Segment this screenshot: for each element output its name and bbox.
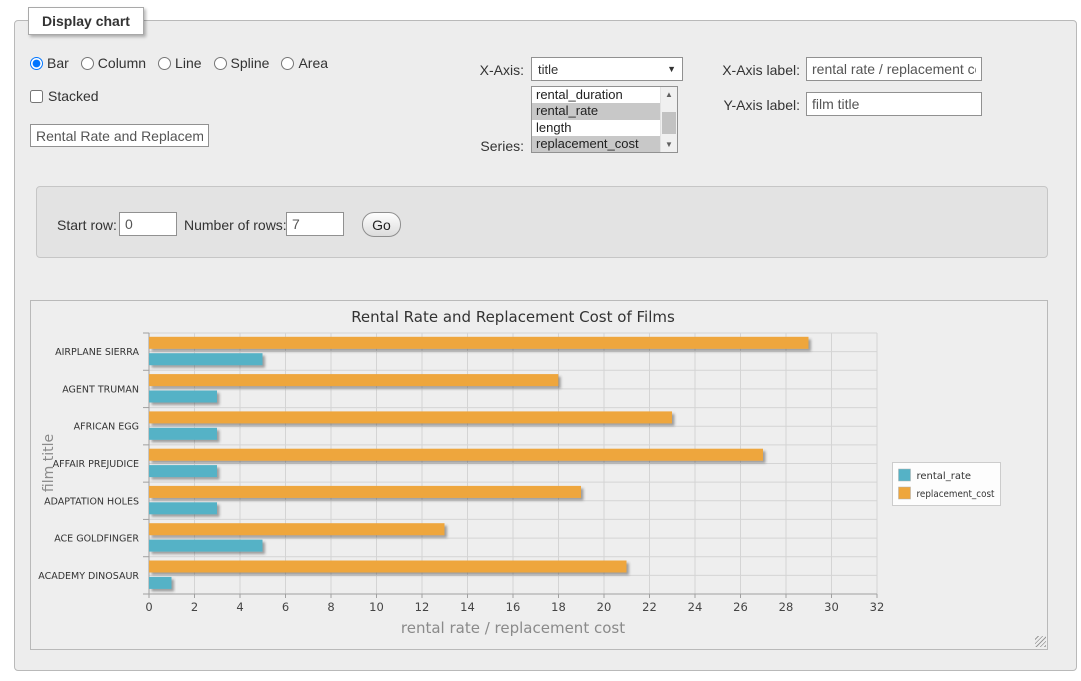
x-tick-label: 10	[369, 600, 384, 614]
category-label: ACADEMY DINOSAUR	[38, 571, 139, 582]
series-option-rental-duration[interactable]: rental_duration	[532, 87, 660, 103]
chart-type-radio-group: Bar Column Line Spline Area	[30, 55, 334, 71]
series-option-length[interactable]: length	[532, 120, 660, 136]
category-label: AFFAIR PREJUDICE	[53, 459, 139, 470]
x-axis-label-input[interactable]	[806, 57, 982, 81]
category-label: ACE GOLDFINGER	[54, 534, 139, 545]
stacked-option[interactable]: Stacked	[30, 88, 99, 104]
bar-rental_rate	[149, 391, 217, 403]
x-tick-label: 4	[236, 600, 243, 614]
x-tick-label: 6	[282, 600, 289, 614]
panel-title: Display chart	[28, 7, 144, 35]
category-label: AGENT TRUMAN	[62, 384, 139, 395]
legend-swatch	[899, 487, 911, 499]
chart-type-column[interactable]: Column	[81, 55, 146, 71]
num-rows-label: Number of rows:	[184, 217, 287, 233]
bar-replacement_cost	[149, 449, 763, 461]
x-axis-title: rental rate / replacement cost	[401, 619, 625, 637]
line-radio[interactable]	[158, 57, 171, 70]
bar-rental_rate	[149, 577, 172, 589]
chart-type-line[interactable]: Line	[158, 55, 201, 71]
bar-chart: AIRPLANE SIERRA AGENT TRUMAN AFRICAN EGG AF…	[31, 301, 1049, 649]
series-options: rental_duration rental_rate length repla…	[532, 87, 660, 152]
bar-replacement_cost	[149, 523, 445, 535]
legend-label: replacement_cost	[917, 489, 995, 500]
x-tick-label: 14	[460, 600, 475, 614]
area-radio-label: Area	[298, 55, 328, 71]
bar-rental_rate	[149, 428, 217, 440]
legend-label: rental_rate	[917, 471, 972, 482]
line-radio-label: Line	[175, 55, 201, 71]
column-radio[interactable]	[81, 57, 94, 70]
x-axis-selected-value: title	[538, 62, 667, 77]
x-tick-label: 24	[688, 600, 703, 614]
chart-resize-handle[interactable]	[1035, 636, 1046, 647]
stacked-label: Stacked	[48, 88, 99, 104]
column-radio-label: Column	[98, 55, 146, 71]
chart-type-bar[interactable]: Bar	[30, 55, 69, 71]
y-axis-label-input[interactable]	[806, 92, 982, 116]
series-option-rental-rate[interactable]: rental_rate	[532, 103, 660, 119]
category-label: AIRPLANE SIERRA	[55, 347, 139, 358]
x-tick-label: 26	[733, 600, 748, 614]
spline-radio-label: Spline	[231, 55, 270, 71]
bar-radio[interactable]	[30, 57, 43, 70]
stacked-checkbox[interactable]	[30, 90, 43, 103]
category-label: AFRICAN EGG	[74, 422, 139, 433]
chevron-down-icon: ▼	[667, 64, 676, 74]
page: { "panel": { "legend_title": "Display ch…	[0, 0, 1081, 681]
bar-replacement_cost	[149, 411, 672, 423]
bar-replacement_cost	[149, 486, 581, 498]
chart-type-spline[interactable]: Spline	[214, 55, 270, 71]
x-tick-label: 22	[642, 600, 657, 614]
x-tick-label: 20	[597, 600, 612, 614]
start-row-input[interactable]	[119, 212, 177, 236]
num-rows-input[interactable]	[286, 212, 344, 236]
bar-replacement_cost	[149, 374, 558, 386]
bar-rental_rate	[149, 465, 217, 477]
series-option-replacement-cost[interactable]: replacement_cost	[532, 136, 660, 152]
series-scrollbar[interactable]: ▲ ▼	[660, 87, 677, 152]
chart-title: Rental Rate and Replacement Cost of Film…	[351, 308, 675, 326]
x-tick-label: 8	[327, 600, 334, 614]
y-axis-title: film title	[41, 434, 57, 492]
x-tick-label: 2	[191, 600, 198, 614]
x-tick-label: 30	[824, 600, 839, 614]
x-tick-label: 32	[870, 600, 885, 614]
series-listbox[interactable]: rental_duration rental_rate length repla…	[531, 86, 678, 153]
bar-replacement_cost	[149, 337, 809, 349]
chart-container: AIRPLANE SIERRA AGENT TRUMAN AFRICAN EGG AF…	[30, 300, 1048, 650]
x-tick-label: 16	[506, 600, 521, 614]
y-axis-label-label: Y-Axis label:	[712, 97, 800, 113]
start-row-label: Start row:	[57, 217, 117, 233]
x-tick-label: 0	[145, 600, 152, 614]
category-label: ADAPTATION HOLES	[44, 496, 139, 507]
bar-replacement_cost	[149, 561, 627, 573]
series-select-label: Series:	[440, 138, 524, 154]
spline-radio[interactable]	[214, 57, 227, 70]
bar-rental_rate	[149, 502, 217, 514]
x-axis-select-label: X-Axis:	[440, 62, 524, 78]
x-tick-label: 18	[551, 600, 566, 614]
go-button[interactable]: Go	[362, 212, 401, 237]
chart-type-area[interactable]: Area	[281, 55, 328, 71]
x-tick-label: 28	[779, 600, 794, 614]
scrollbar-thumb[interactable]	[662, 112, 676, 134]
x-axis-select[interactable]: title ▼	[531, 57, 683, 81]
x-axis-label-label: X-Axis label:	[712, 62, 800, 78]
area-radio[interactable]	[281, 57, 294, 70]
chart-title-input[interactable]	[30, 124, 209, 147]
bar-rental_rate	[149, 353, 263, 365]
scroll-up-icon[interactable]: ▲	[661, 87, 677, 102]
legend-swatch	[899, 469, 911, 481]
bar-radio-label: Bar	[47, 55, 69, 71]
bar-rental_rate	[149, 540, 263, 552]
x-tick-label: 12	[415, 600, 430, 614]
scroll-down-icon[interactable]: ▼	[661, 137, 677, 152]
